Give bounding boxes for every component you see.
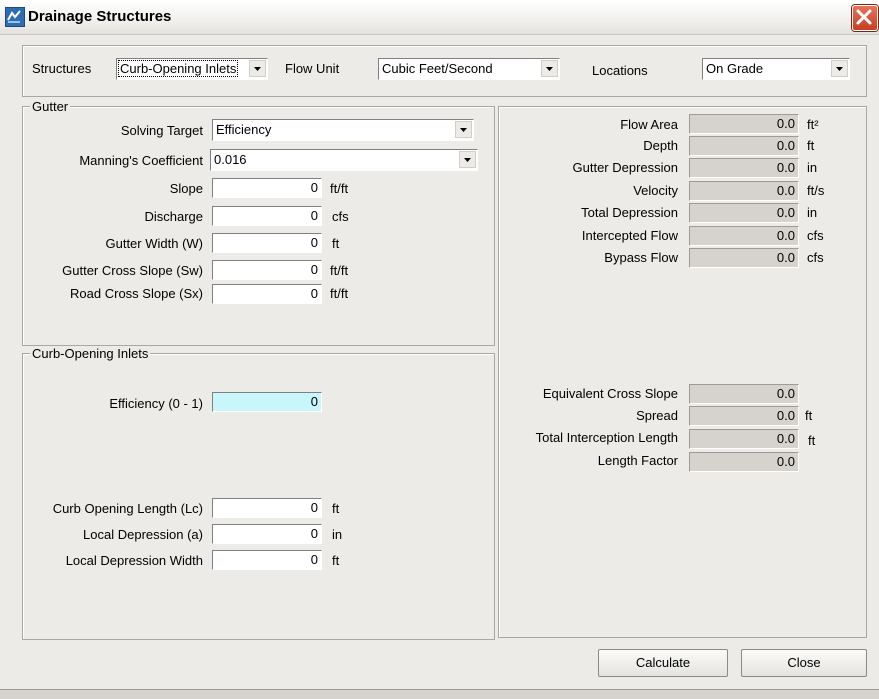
gutter-cross-slope-input[interactable]: 0 <box>212 260 322 280</box>
mannings-coefficient-dropdown[interactable]: 0.016 <box>210 149 478 171</box>
mannings-coefficient-value: 0.016 <box>214 152 247 167</box>
gutter-depression-value: 0.0 <box>689 158 799 178</box>
road-cross-slope-unit: ft/ft <box>330 286 349 301</box>
total-depression-value: 0.0 <box>689 203 799 223</box>
window-title: Drainage Structures <box>28 8 172 25</box>
spread-label: Spread <box>636 408 678 423</box>
total-interception-length-label: Total Interception Length <box>535 430 678 445</box>
structures-dropdown[interactable]: Curb-Opening Inlets <box>116 58 268 80</box>
gutter-depression-unit: in <box>807 160 818 175</box>
spread-value: 0.0 <box>689 406 799 426</box>
gutter-cross-slope-unit: ft/ft <box>330 263 349 278</box>
flow-unit-value: Cubic Feet/Second <box>382 61 493 76</box>
discharge-unit: cfs <box>332 209 349 224</box>
gutter-depression-label: Gutter Depression <box>572 160 679 175</box>
close-button[interactable]: Close <box>741 649 867 677</box>
chevron-down-icon[interactable] <box>459 151 476 168</box>
length-factor-value: 0.0 <box>689 452 799 472</box>
gutter-cross-slope-label: Gutter Cross Slope (Sw) <box>62 263 203 278</box>
locations-value: On Grade <box>706 61 764 76</box>
flow-unit-dropdown[interactable]: Cubic Feet/Second <box>378 58 560 80</box>
intercepted-flow-value: 0.0 <box>689 226 799 246</box>
slope-unit: ft/ft <box>330 181 349 196</box>
efficiency-label: Efficiency (0 - 1) <box>109 396 203 411</box>
efficiency-input[interactable]: 0 <box>212 392 322 412</box>
local-depression-unit: in <box>332 527 343 542</box>
total-depression-unit: in <box>807 205 818 220</box>
bypass-flow-label: Bypass Flow <box>604 250 678 265</box>
flow-unit-label: Flow Unit <box>285 61 340 76</box>
equivalent-cross-slope-value: 0.0 <box>689 384 799 404</box>
structures-value: Curb-Opening Inlets <box>117 60 239 77</box>
depth-unit: ft <box>807 138 815 153</box>
gutter-width-unit: ft <box>332 236 340 251</box>
gutter-width-input[interactable]: 0 <box>212 233 322 253</box>
bypass-flow-unit: cfs <box>807 250 824 265</box>
curb-opening-length-unit: ft <box>332 501 340 516</box>
depth-label: Depth <box>643 138 678 153</box>
total-interception-length-unit: ft <box>808 433 816 448</box>
locations-label: Locations <box>592 63 648 78</box>
app-icon <box>5 7 25 27</box>
local-depression-width-unit: ft <box>332 553 340 568</box>
close-window-icon[interactable] <box>852 5 878 31</box>
curb-opening-length-label: Curb Opening Length (Lc) <box>52 501 203 516</box>
total-interception-length-value: 0.0 <box>689 429 799 449</box>
intercepted-flow-label: Intercepted Flow <box>581 228 678 243</box>
equivalent-cross-slope-label: Equivalent Cross Slope <box>542 386 678 401</box>
local-depression-label: Local Depression (a) <box>83 527 203 542</box>
chevron-down-icon[interactable] <box>455 121 472 138</box>
slope-input[interactable]: 0 <box>212 178 322 198</box>
flow-area-value: 0.0 <box>689 114 799 134</box>
total-depression-label: Total Depression <box>581 205 678 220</box>
bypass-flow-value: 0.0 <box>689 248 799 268</box>
gutter-legend: Gutter <box>30 99 71 114</box>
local-depression-width-input[interactable]: 0 <box>212 550 322 570</box>
structures-label: Structures <box>32 61 92 76</box>
depth-value: 0.0 <box>689 136 799 156</box>
flow-area-label: Flow Area <box>620 117 678 132</box>
velocity-unit: ft/s <box>807 183 825 198</box>
local-depression-input[interactable]: 0 <box>212 524 322 544</box>
discharge-label: Discharge <box>144 209 203 224</box>
gutter-width-label: Gutter Width (W) <box>105 236 203 251</box>
chevron-down-icon[interactable] <box>249 60 266 77</box>
road-cross-slope-label: Road Cross Slope (Sx) <box>70 286 203 301</box>
curb-opening-length-input[interactable]: 0 <box>212 498 322 518</box>
gutter-group <box>22 106 495 346</box>
title-bar[interactable]: Drainage Structures <box>0 0 879 35</box>
solving-target-dropdown[interactable]: Efficiency <box>212 119 474 141</box>
velocity-value: 0.0 <box>689 181 799 201</box>
solving-target-value: Efficiency <box>216 122 272 137</box>
intercepted-flow-unit: cfs <box>807 228 824 243</box>
flow-area-unit: ft² <box>807 117 819 132</box>
mannings-coefficient-label: Manning's Coefficient <box>79 153 203 168</box>
solving-target-label: Solving Target <box>120 123 203 138</box>
local-depression-width-label: Local Depression Width <box>65 553 203 568</box>
length-factor-label: Length Factor <box>597 453 678 468</box>
discharge-input[interactable]: 0 <box>212 206 322 226</box>
velocity-label: Velocity <box>633 183 678 198</box>
chevron-down-icon[interactable] <box>831 60 848 77</box>
chevron-down-icon[interactable] <box>541 60 558 77</box>
calculate-button[interactable]: Calculate <box>598 649 728 677</box>
locations-dropdown[interactable]: On Grade <box>702 58 850 80</box>
slope-label: Slope <box>169 181 203 196</box>
road-cross-slope-input[interactable]: 0 <box>212 284 322 304</box>
curb-opening-legend: Curb-Opening Inlets <box>30 346 151 361</box>
spread-unit: ft <box>805 408 813 423</box>
